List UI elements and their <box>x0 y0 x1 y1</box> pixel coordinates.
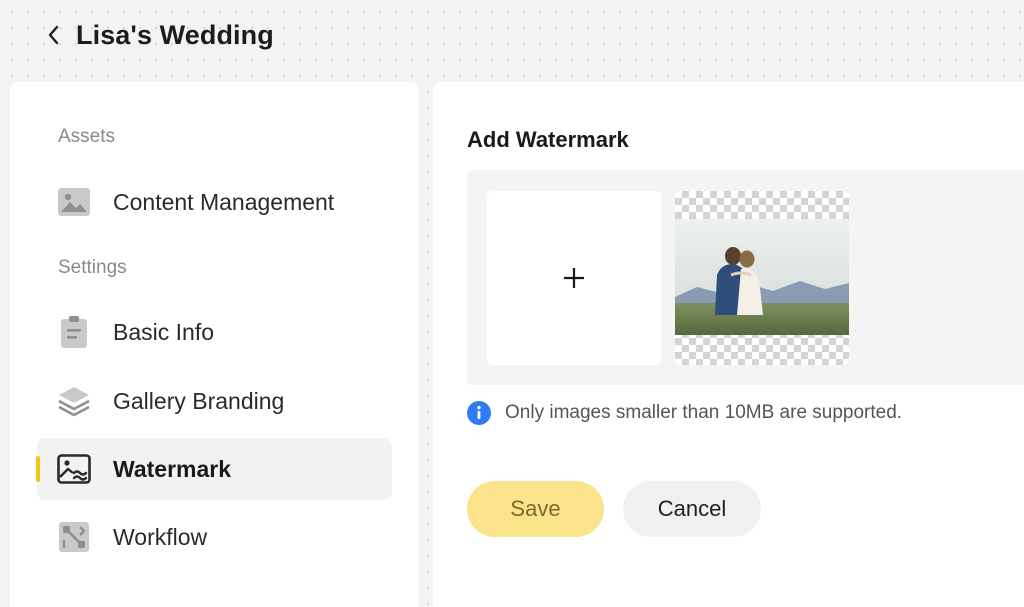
clipboard-icon <box>57 315 91 349</box>
image-icon <box>57 185 91 219</box>
section-title: Add Watermark <box>467 127 629 152</box>
upload-button[interactable] <box>487 191 661 365</box>
back-button[interactable] <box>46 24 62 46</box>
sidebar-item-gallery-branding[interactable]: Gallery Branding <box>37 370 392 432</box>
save-button[interactable]: Save <box>467 481 604 537</box>
workflow-icon <box>57 520 91 554</box>
sidebar-item-label: Watermark <box>113 455 232 482</box>
section-label-settings: Settings <box>58 257 127 278</box>
watermark-icon <box>57 452 91 486</box>
active-indicator <box>36 456 40 482</box>
hint-text: Only images smaller than 10MB are suppor… <box>505 402 903 423</box>
sidebar-item-workflow[interactable]: Workflow <box>37 506 392 568</box>
sidebar-item-content-management[interactable]: Content Management <box>37 171 392 233</box>
layers-icon <box>57 384 91 418</box>
info-icon <box>467 401 491 425</box>
upload-panel <box>467 170 1024 385</box>
sidebar-item-basic-info[interactable]: Basic Info <box>37 301 392 363</box>
upload-hint: Only images smaller than 10MB are suppor… <box>467 401 902 425</box>
plus-icon <box>564 268 584 288</box>
section-label-assets: Assets <box>58 126 116 147</box>
sidebar-item-label: Gallery Branding <box>113 387 285 414</box>
page-title: Lisa's Wedding <box>76 19 274 50</box>
sidebar-item-label: Content Management <box>113 188 335 215</box>
sidebar-item-label: Basic Info <box>113 318 214 345</box>
wedding-photo <box>675 219 849 335</box>
chevron-left-icon <box>48 25 59 45</box>
watermark-preview[interactable] <box>675 191 849 365</box>
sidebar: Assets Content Management Settings Basic… <box>10 82 419 607</box>
sidebar-item-label: Workflow <box>113 523 208 550</box>
page-header: Lisa's Wedding <box>46 18 274 52</box>
sidebar-item-watermark[interactable]: Watermark <box>36 438 392 500</box>
cancel-button[interactable]: Cancel <box>623 481 761 537</box>
main-panel: Add Watermark Only images smaller than 1… <box>433 82 1024 607</box>
